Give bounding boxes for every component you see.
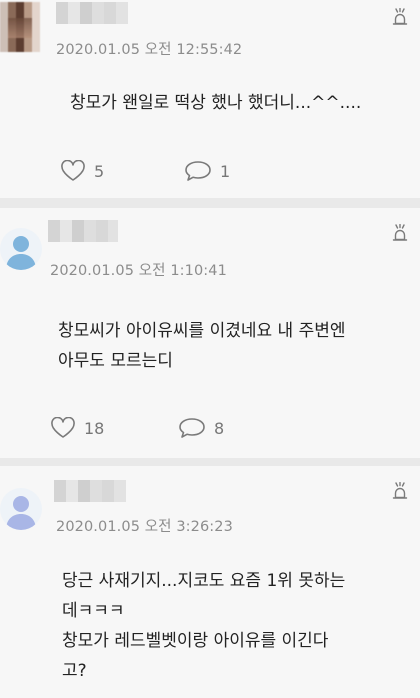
comment-text: 창모가 왠일로 떡상 했나 했더니...^^....: [70, 93, 362, 113]
user-avatar[interactable]: [0, 228, 42, 270]
like-count: 5: [94, 161, 105, 181]
comment-text: 창모씨가 아이유씨를 이겼네요 내 주변엔 아무도 모르는디: [58, 321, 346, 371]
heart-icon: [61, 160, 85, 181]
user-avatar[interactable]: [0, 2, 40, 52]
comment-text: 당근 사재기지...지코도 요즘 1위 못하는 데ㅋㅋㅋ 창모가 레드벨벳이랑 …: [62, 571, 346, 681]
report-icon[interactable]: [392, 8, 408, 26]
username-blurred[interactable]: [48, 220, 118, 242]
like-button[interactable]: 5: [60, 160, 104, 182]
comment-timestamp: 2020.01.05 오전 12:55:42: [56, 42, 243, 58]
reply-button[interactable]: 8: [178, 417, 224, 439]
reply-count: 8: [214, 418, 225, 438]
comment-timestamp: 2020.01.05 오전 1:10:41: [50, 263, 227, 279]
like-button[interactable]: 18: [50, 417, 104, 439]
person-avatar-icon: [6, 236, 36, 270]
comment-card: 2020.01.05 오전 12:55:42 창모가 왠일로 떡상 했나 했더니…: [0, 0, 420, 198]
comment-bubble-icon: [185, 161, 211, 181]
comment-timestamp: 2020.01.05 오전 3:26:23: [56, 519, 233, 535]
person-avatar-icon: [6, 496, 36, 530]
comment-bubble-icon: [179, 418, 205, 438]
heart-icon: [51, 417, 75, 438]
reply-count: 1: [220, 161, 231, 181]
report-icon[interactable]: [392, 482, 408, 500]
comment-card: 2020.01.05 오전 3:26:23 당근 사재기지...지코도 요즘 1…: [0, 466, 420, 698]
username-blurred[interactable]: [54, 480, 126, 502]
username-blurred[interactable]: [56, 2, 128, 24]
user-avatar[interactable]: [0, 488, 42, 530]
comment-card: 2020.01.05 오전 1:10:41 창모씨가 아이유씨를 이겼네요 내 …: [0, 208, 420, 458]
reply-button[interactable]: 1: [184, 160, 230, 182]
report-icon[interactable]: [392, 224, 408, 242]
like-count: 18: [84, 418, 105, 438]
